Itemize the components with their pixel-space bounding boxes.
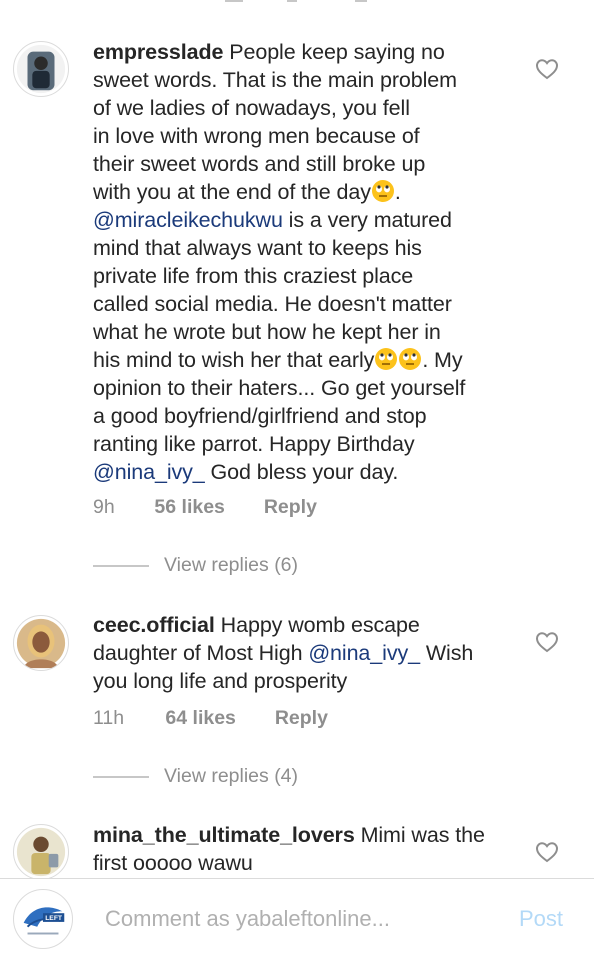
comment-time: 11h xyxy=(93,707,125,729)
comment-text: Happy womb escape xyxy=(220,613,420,637)
comment-text: private life from this craziest place xyxy=(93,264,414,288)
view-replies-button[interactable]: View replies (4) xyxy=(93,765,298,788)
reply-button[interactable]: Reply xyxy=(264,496,317,519)
heart-icon[interactable] xyxy=(535,841,559,863)
comment-text: ranting like parrot. Happy Birthday xyxy=(93,432,415,456)
likes-count[interactable]: 56 likes xyxy=(154,496,258,519)
comment-text: with you at the end of the day xyxy=(93,180,371,204)
comment-time: 9h xyxy=(93,496,115,518)
comment-text: their sweet words and still broke up xyxy=(93,152,426,176)
user-avatar[interactable] xyxy=(13,824,69,880)
comment-text: daughter of Most High xyxy=(93,641,303,665)
comment-text: mind that always want to keeps his xyxy=(93,236,422,260)
comment-text: Mimi was the xyxy=(360,823,485,847)
yabaleft-logo-text: LEFT xyxy=(45,915,63,922)
comment-text: called social media. He doesn't matter xyxy=(93,292,452,316)
comment-text: is a very matured xyxy=(288,208,452,232)
view-replies-label: View replies (4) xyxy=(164,765,299,787)
comment-text: first ooooo wawu xyxy=(93,851,253,875)
divider-line xyxy=(93,565,149,567)
composer-avatar: LEFT xyxy=(13,889,73,949)
mention-link[interactable]: @nina_ivy_ xyxy=(308,641,420,665)
reply-button[interactable]: Reply xyxy=(275,707,328,730)
comment-text: a good boyfriend/girlfriend and stop xyxy=(93,404,427,428)
comment-composer: LEFT Comment as yabaleftonline... Post xyxy=(0,878,594,960)
comment-text: Wish xyxy=(425,641,474,665)
comment-meta: 11h 64 likes Reply xyxy=(93,707,328,730)
comment-username[interactable]: empresslade xyxy=(93,40,223,64)
heart-icon[interactable] xyxy=(535,58,559,80)
comment-text: opinion to their haters... Go get yourse… xyxy=(93,376,466,400)
mention-link[interactable]: @miracleikechukwu xyxy=(93,208,283,232)
view-replies-label: View replies (6) xyxy=(164,554,299,576)
heart-icon[interactable] xyxy=(535,631,559,653)
view-replies-button[interactable]: View replies (6) xyxy=(93,554,298,577)
rolling-eyes-emoji-icon xyxy=(399,348,422,370)
comment-text: his mind to wish her that early xyxy=(93,348,375,372)
comment-text: you long life and prosperity xyxy=(93,669,348,693)
user-avatar[interactable] xyxy=(13,615,69,671)
rolling-eyes-emoji-icon xyxy=(371,180,394,202)
divider-line xyxy=(93,776,149,778)
top-divider xyxy=(0,0,594,6)
rolling-eyes-emoji-icon xyxy=(375,348,398,370)
comment-text: . My xyxy=(422,348,463,372)
post-button[interactable]: Post xyxy=(519,906,563,932)
likes-count[interactable]: 64 likes xyxy=(165,707,269,730)
comment-text: what he wrote but how he kept her in xyxy=(93,320,441,344)
comment-text: God bless your day. xyxy=(210,460,399,484)
comment-text: People keep saying no xyxy=(229,40,445,64)
comment-meta: 9h 56 likes Reply xyxy=(93,496,317,519)
comment-text: in love with wrong men because of xyxy=(93,124,420,148)
comment-text: sweet words. That is the main problem xyxy=(93,68,457,92)
comment-username[interactable]: ceec.official xyxy=(93,613,215,637)
comment-text: of we ladies of nowadays, you fell xyxy=(93,96,410,120)
user-avatar[interactable] xyxy=(13,41,69,97)
comment-username[interactable]: mina_the_ultimate_lovers xyxy=(93,823,355,847)
mention-link[interactable]: @nina_ivy_ xyxy=(93,460,205,484)
comment-input[interactable]: Comment as yabaleftonline... xyxy=(105,906,390,932)
